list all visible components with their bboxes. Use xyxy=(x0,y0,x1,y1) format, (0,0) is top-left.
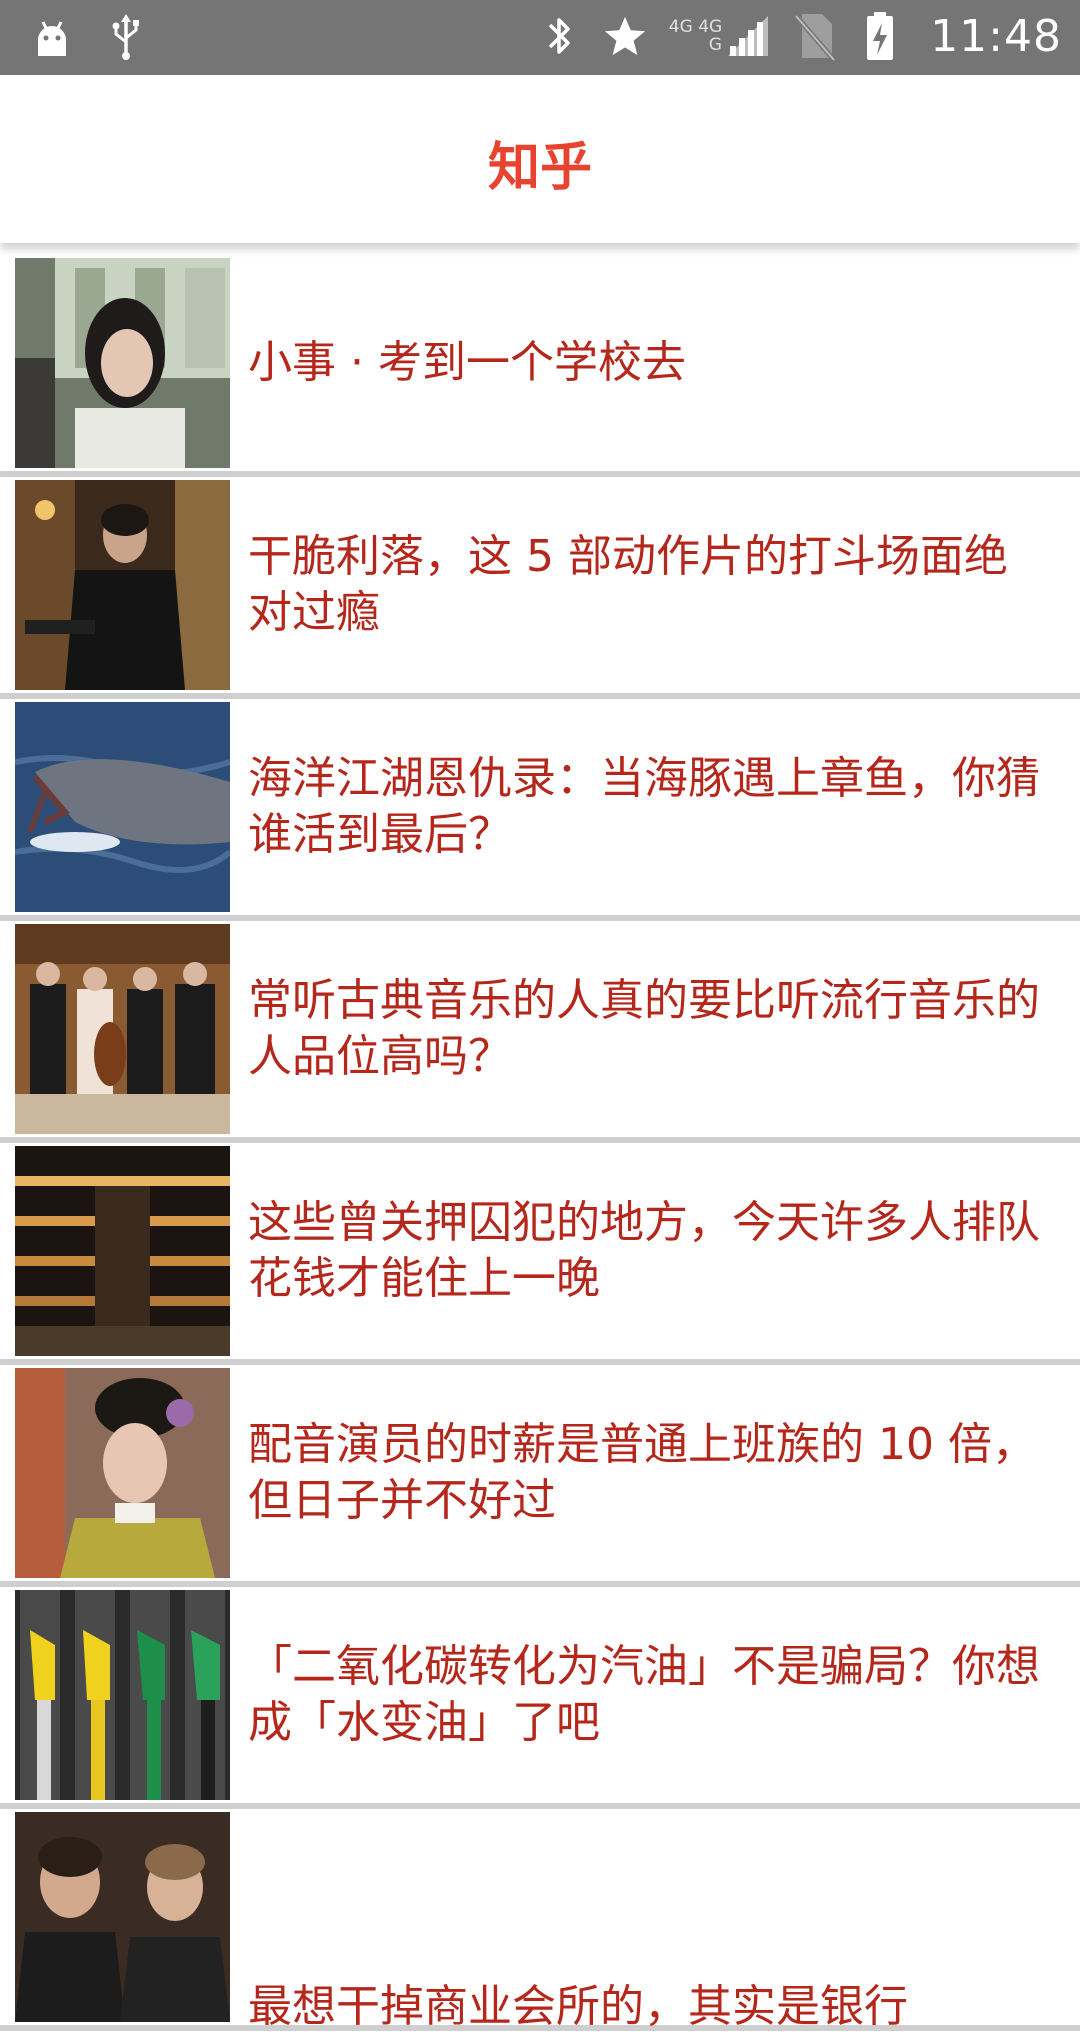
story-thumbnail xyxy=(15,480,230,690)
story-title: 「二氧化碳转化为汽油」不是骗局？你想成「水变油」了吧 xyxy=(248,1641,1040,1748)
story-title: 配音演员的时薪是普通上班族的 10 倍，但日子并不好过 xyxy=(248,1419,1036,1526)
story-item[interactable]: 最想干掉商业会所的，其实是银行 xyxy=(0,1809,1080,2032)
story-list: 小事 · 考到一个学校去 干脆利落，这 5 部动作片的打斗场面绝对过瘾 海洋江湖… xyxy=(0,255,1080,2032)
story-title: 最想干掉商业会所的，其实是银行 xyxy=(248,1981,908,2032)
star-icon xyxy=(603,8,647,64)
battery-charging-icon xyxy=(858,8,902,64)
story-thumbnail xyxy=(15,1146,230,1356)
status-clock: 11:48 xyxy=(930,10,1062,62)
status-bar: 4G 4G G 11:48 xyxy=(0,0,1080,75)
app-bar: 知乎 xyxy=(0,75,1080,243)
usb-icon xyxy=(104,10,148,66)
story-thumbnail xyxy=(15,924,230,1134)
no-sim-icon xyxy=(792,8,837,64)
story-title: 小事 · 考到一个学校去 xyxy=(248,337,686,388)
story-item[interactable]: 常听古典音乐的人真的要比听流行音乐的人品位高吗？ xyxy=(0,921,1080,1143)
story-item[interactable]: 小事 · 考到一个学校去 xyxy=(0,255,1080,477)
story-thumbnail xyxy=(15,258,230,468)
story-title: 海洋江湖恩仇录：当海豚遇上章鱼，你猜谁活到最后？ xyxy=(248,753,1040,860)
network-type-top: 4G 4G xyxy=(668,17,723,37)
story-thumbnail xyxy=(15,1368,230,1578)
story-title: 这些曾关押囚犯的地方，今天许多人排队花钱才能住上一晚 xyxy=(248,1197,1040,1304)
story-item[interactable]: 干脆利落，这 5 部动作片的打斗场面绝对过瘾 xyxy=(0,477,1080,699)
story-item[interactable]: 这些曾关押囚犯的地方，今天许多人排队花钱才能住上一晚 xyxy=(0,1143,1080,1365)
story-item[interactable]: 海洋江湖恩仇录：当海豚遇上章鱼，你猜谁活到最后？ xyxy=(0,699,1080,921)
story-thumbnail xyxy=(15,1812,230,2022)
app-title: 知乎 xyxy=(487,138,592,198)
signal-indicator: 4G 4G G xyxy=(669,8,770,64)
story-thumbnail xyxy=(15,702,230,912)
story-thumbnail xyxy=(15,1590,230,1800)
network-type-bottom: G xyxy=(708,35,722,55)
signal-icon xyxy=(726,8,770,64)
story-item[interactable]: 「二氧化碳转化为汽油」不是骗局？你想成「水变油」了吧 xyxy=(0,1587,1080,1809)
story-title: 干脆利落，这 5 部动作片的打斗场面绝对过瘾 xyxy=(248,531,1008,638)
android-debug-icon xyxy=(30,10,74,66)
story-item[interactable]: 配音演员的时薪是普通上班族的 10 倍，但日子并不好过 xyxy=(0,1365,1080,1587)
story-title: 常听古典音乐的人真的要比听流行音乐的人品位高吗？ xyxy=(248,975,1040,1082)
bluetooth-icon xyxy=(537,8,581,64)
